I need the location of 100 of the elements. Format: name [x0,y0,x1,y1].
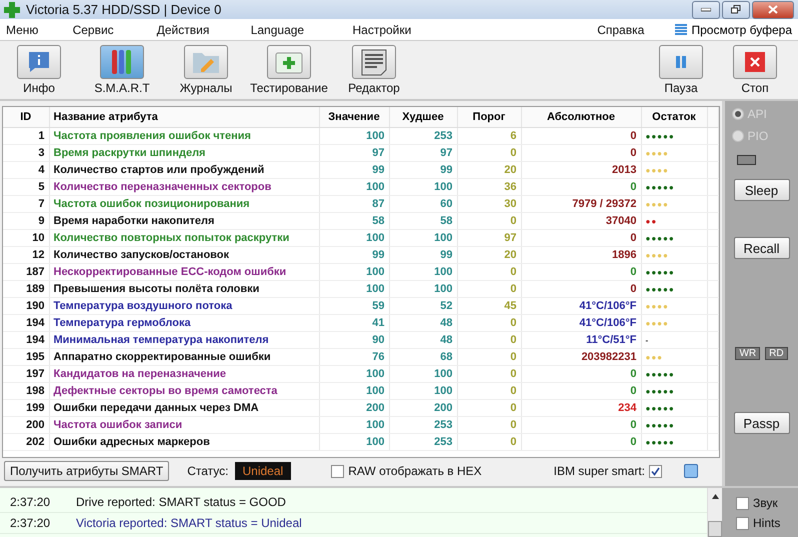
status-value: Unideal [234,462,292,480]
column-header[interactable]: Порог [457,107,521,128]
sleep-button[interactable]: Sleep [734,179,790,201]
table-cell: 99 [319,162,389,178]
table-cell: 0 [521,416,641,434]
column-header[interactable]: Абсолютное [521,107,641,128]
table-cell: 100 [319,416,389,434]
table-cell: 203982231 [521,348,641,366]
column-header[interactable]: Остаток [641,107,707,128]
table-cell: 97 [319,144,389,162]
column-header[interactable]: ID [3,107,49,128]
table-cell: Количество повторных попыток раскрутки [49,230,319,246]
table-cell: 99 [389,246,457,264]
toolbar-button[interactable]: Журналы [172,45,240,95]
table-cell: 59 [319,298,389,314]
table-cell: Ошибки адресных маркеров [49,434,319,450]
table-cell: 0 [457,314,521,332]
menu-item[interactable]: Справка [597,22,676,36]
table-cell: 1 [3,128,49,144]
table-cell: 100 [389,382,457,400]
menu-item[interactable]: Меню [6,22,73,36]
pause-icon [674,55,688,69]
table-cell: 0 [521,230,641,246]
table-cell: 41 [319,314,389,332]
table-cell: 7979 / 29372 [521,196,641,212]
option-checkbox[interactable]: Звук [736,496,798,510]
table-cell: 30 [457,196,521,212]
column-header[interactable]: Худшее [389,107,457,128]
option-checkbox[interactable]: Hints [736,516,798,530]
pause-button[interactable]: Пауза [644,45,718,95]
toolbar-button[interactable]: Тестирование [240,45,338,95]
column-header[interactable]: Название атрибута [49,107,319,128]
table-cell: 99 [319,246,389,264]
health-dots: ●●● [641,348,707,366]
table-cell: Количество переназначенных секторов [49,178,319,196]
table-cell: 100 [319,382,389,400]
table-cell: 0 [457,416,521,434]
table-cell: 100 [319,178,389,196]
table-cell: Аппаратно скорректированные ошибки [49,348,319,366]
health-dots: - [641,332,707,348]
table-cell: 37040 [521,212,641,230]
table-cell: 1896 [521,246,641,264]
table-cell: 12 [3,246,49,264]
health-dots: ●●●● [641,314,707,332]
scroll-up-icon[interactable] [712,494,718,499]
table-cell: 99 [389,162,457,178]
health-dots: ●●●● [641,298,707,314]
close-button[interactable] [752,0,794,18]
table-cell: 0 [457,434,521,450]
column-header[interactable]: Значение [319,107,389,128]
table-cell: 4 [3,162,49,178]
check-icon [651,466,660,476]
toolbar-button[interactable]: Редактор [338,45,410,95]
table-cell: 0 [521,144,641,162]
table-cell: 58 [319,212,389,230]
table-cell: Минимальная температура накопителя [49,332,319,348]
log-time: 2:37:20 [9,495,52,509]
table-cell: 10 [3,230,49,246]
table-cell: 20 [457,162,521,178]
recall-button[interactable]: Recall [734,237,790,259]
health-dots: ●●●● [641,144,707,162]
table-cell: Дефектные секторы во время самотеста [49,382,319,400]
minimize-button[interactable] [692,0,720,18]
raw-hex-checkbox[interactable]: RAW отображать в HEX [331,464,482,478]
table-cell: 6 [457,128,521,144]
table-cell: 200 [319,400,389,416]
table-cell: 2013 [521,162,641,178]
passp-button[interactable]: Passp [734,412,790,434]
table-cell: 100 [319,230,389,246]
menu-item[interactable]: Сервис [72,22,157,36]
log-message: Victoria reported: SMART status = Unideal [76,516,302,530]
table-cell: Частота ошибок записи [49,416,319,434]
toolbar-button[interactable]: S.M.A.R.T [72,45,172,95]
health-dots: ●●●●● [641,382,707,400]
ibm-super-smart-checkbox[interactable]: IBM super smart: [554,464,662,478]
menu-item[interactable]: Настройки [352,22,598,36]
restore-button[interactable] [722,0,750,18]
menu-item[interactable]: Действия [156,22,251,36]
table-cell: 97 [457,230,521,246]
table-cell: 90 [319,332,389,348]
health-dots: ●●●●● [641,264,707,280]
table-cell: 0 [457,212,521,230]
table-cell: Превышения высоты полёта головки [49,280,319,298]
menu-item[interactable]: Language [250,22,352,36]
stop-button[interactable]: Стоп [718,45,792,95]
scrollbar[interactable] [707,488,722,537]
table-cell: 52 [389,298,457,314]
table-cell: Количество запусков/остановок [49,246,319,264]
get-smart-button[interactable]: Получить атрибуты SMART [4,461,170,481]
table-cell: 41°C/106°F [521,298,641,314]
table-cell: 194 [3,314,49,332]
color-swatch[interactable] [684,464,698,478]
table-cell: 100 [389,366,457,382]
health-dots: ●●●● [641,246,707,264]
buffer-view-menu-item[interactable]: Просмотр буфера [675,22,792,36]
table-cell: 48 [389,332,457,348]
toolbar-button[interactable]: Инфо [6,45,72,95]
table-cell: 100 [389,264,457,280]
table-cell: 0 [521,178,641,196]
table-cell: Количество стартов или пробуждений [49,162,319,178]
